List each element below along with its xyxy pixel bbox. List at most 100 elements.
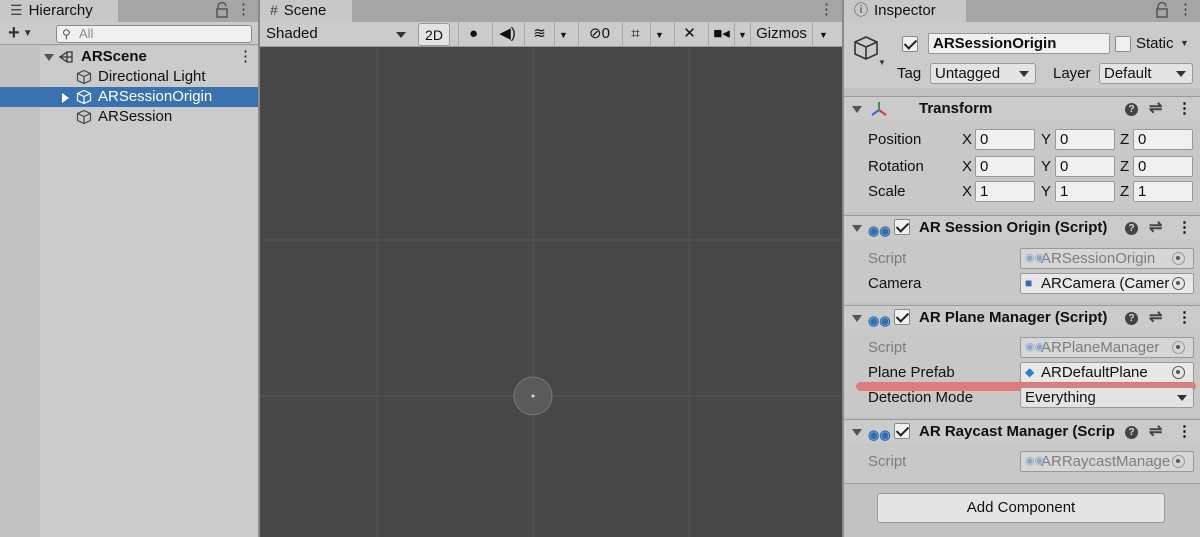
foldout-arrow-icon[interactable] <box>44 54 54 61</box>
position-y-field[interactable]: 0 <box>1055 129 1115 150</box>
scene-menu-icon[interactable]: ⋮ <box>238 47 253 67</box>
preset-icon[interactable]: ⇌ <box>1149 420 1162 443</box>
ar-plane-manager-title: AR Plane Manager (Script) <box>919 309 1108 326</box>
rotation-x-field[interactable]: 0 <box>975 156 1035 177</box>
help-icon[interactable]: ? <box>1125 312 1138 325</box>
hidden-objects-toggle[interactable]: ⊘0 <box>578 22 620 47</box>
camera-icon: ■ <box>1025 276 1033 290</box>
rotation-x-value: 0 <box>980 158 989 175</box>
scale-z-field[interactable]: 1 <box>1133 181 1193 202</box>
lock-icon[interactable] <box>215 2 229 18</box>
scene-viewport[interactable] <box>260 47 842 537</box>
x-label: X <box>962 131 973 148</box>
preset-icon[interactable]: ⇌ <box>1149 306 1162 329</box>
tools-toggle[interactable]: ✕ <box>674 22 704 47</box>
hierarchy-item-arsessionorigin[interactable]: ARSessionOrigin <box>0 87 258 107</box>
gameobject-cube-icon <box>76 69 92 85</box>
camera-toggle[interactable]: ■◂ <box>708 22 734 47</box>
ar-session-origin-header[interactable]: ◉◉ AR Session Origin (Script) ? ⇌ ⋮ <box>844 215 1200 239</box>
component-enabled-checkbox[interactable] <box>894 423 910 439</box>
foldout-arrow-icon[interactable] <box>852 429 862 436</box>
hierarchy-menu-icon[interactable]: ⋮ <box>236 0 251 22</box>
grid-dropdown[interactable]: ▼ <box>650 22 668 47</box>
script-label: Script <box>868 250 907 267</box>
object-picker-icon <box>1172 341 1185 354</box>
transform-title: Transform <box>919 100 993 117</box>
detection-mode-dropdown[interactable]: Everything <box>1020 387 1194 408</box>
static-checkbox[interactable] <box>1115 36 1131 52</box>
gameobject-cube-icon <box>854 36 878 60</box>
plane-prefab-field[interactable]: ◆ ARDefaultPlane <box>1020 362 1194 383</box>
tag-dropdown[interactable]: Untagged <box>930 63 1036 84</box>
scene-menu-icon[interactable]: ⋮ <box>819 0 834 22</box>
help-icon[interactable]: ? <box>1125 426 1138 439</box>
object-picker-icon[interactable] <box>1172 277 1185 290</box>
grid-toggle[interactable]: ⌗ <box>622 22 648 47</box>
icon-dropdown-icon[interactable]: ▼ <box>878 58 886 67</box>
layer-dropdown[interactable]: Default <box>1099 63 1193 84</box>
preset-icon[interactable]: ⇌ <box>1149 216 1162 239</box>
scale-y-field[interactable]: 1 <box>1055 181 1115 202</box>
scene-name: ARScene <box>81 48 147 65</box>
tab-scene[interactable]: # Scene <box>260 0 352 22</box>
scene-panel: # Scene ⋮ Shaded 2D ● ◀) ≋ ▼ ⊘0 ⌗ ▼ ✕ ■◂… <box>260 0 842 537</box>
transform-axes-icon <box>871 102 887 116</box>
static-dropdown-icon[interactable]: ▼ <box>1180 38 1189 48</box>
scene-toolbar: Shaded 2D ● ◀) ≋ ▼ ⊘0 ⌗ ▼ ✕ ■◂ ▼ Gizmos … <box>260 22 842 47</box>
toggle-2d-button[interactable]: 2D <box>418 23 450 46</box>
list-icon: ☰ <box>10 2 23 18</box>
effects-dropdown[interactable]: ▼ <box>554 22 572 47</box>
camera-field[interactable]: ■ ARCamera (Camer <box>1020 273 1194 294</box>
component-enabled-checkbox[interactable] <box>894 309 910 325</box>
transform-header[interactable]: Transform ? ⇌ ⋮ <box>844 96 1200 120</box>
detection-mode-value: Everything <box>1025 389 1096 406</box>
scene-row[interactable]: ARScene ⋮ <box>0 47 258 67</box>
foldout-arrow-icon[interactable] <box>852 225 862 232</box>
expand-arrow-icon[interactable] <box>62 93 69 103</box>
object-picker-icon[interactable] <box>1172 366 1185 379</box>
ar-session-origin-title: AR Session Origin (Script) <box>919 219 1108 236</box>
position-z-field[interactable]: 0 <box>1133 129 1193 150</box>
preset-icon[interactable]: ⇌ <box>1149 97 1162 120</box>
speaker-icon: ◀) <box>499 25 516 42</box>
help-icon[interactable]: ? <box>1125 222 1138 235</box>
layer-value: Default <box>1104 65 1152 82</box>
object-name-field[interactable]: ARSessionOrigin <box>928 33 1110 54</box>
ar-raycast-manager-header[interactable]: ◉◉ AR Raycast Manager (Scrip ? ⇌ ⋮ <box>844 419 1200 443</box>
layer-label: Layer <box>1053 65 1091 82</box>
effects-toggle[interactable]: ≋ <box>524 22 554 47</box>
add-component-button[interactable]: Add Component <box>877 493 1165 523</box>
gizmos-dropdown[interactable]: ▼ <box>812 22 834 47</box>
scale-x-field[interactable]: 1 <box>975 181 1035 202</box>
component-menu-icon[interactable]: ⋮ <box>1177 420 1192 443</box>
component-menu-icon[interactable]: ⋮ <box>1177 97 1192 120</box>
ar-plane-manager-header[interactable]: ◉◉ AR Plane Manager (Script) ? ⇌ ⋮ <box>844 305 1200 329</box>
foldout-arrow-icon[interactable] <box>852 106 862 113</box>
component-enabled-checkbox[interactable] <box>894 219 910 235</box>
lock-icon[interactable] <box>1155 2 1169 18</box>
tab-inspector[interactable]: ⓘ Inspector <box>844 0 966 22</box>
grid-icon: # <box>270 2 278 18</box>
component-menu-icon[interactable]: ⋮ <box>1177 306 1192 329</box>
draw-mode-dropdown[interactable]: Shaded <box>260 22 412 47</box>
y-label: Y <box>1041 183 1052 200</box>
rotation-y-value: 0 <box>1060 158 1069 175</box>
rotation-z-field[interactable]: 0 <box>1133 156 1193 177</box>
component-menu-icon[interactable]: ⋮ <box>1177 216 1192 239</box>
position-x-field[interactable]: 0 <box>975 129 1035 150</box>
tab-hierarchy[interactable]: ☰ Hierarchy <box>0 0 118 22</box>
lighting-toggle[interactable]: ● <box>458 22 488 47</box>
inspector-menu-icon[interactable]: ⋮ <box>1178 0 1193 22</box>
audio-toggle[interactable]: ◀) <box>492 22 522 47</box>
gizmos-button[interactable]: Gizmos <box>750 22 812 47</box>
foldout-arrow-icon[interactable] <box>852 315 862 322</box>
camera-dropdown[interactable]: ▼ <box>734 22 750 47</box>
rotation-z-value: 0 <box>1138 158 1147 175</box>
hierarchy-search-input[interactable]: ⚲ All <box>56 25 252 43</box>
active-checkbox[interactable] <box>902 36 918 52</box>
rotation-y-field[interactable]: 0 <box>1055 156 1115 177</box>
help-icon[interactable]: ? <box>1125 103 1138 116</box>
add-object-button[interactable]: + ▼ <box>8 23 48 45</box>
hierarchy-item-arsession[interactable]: ARSession <box>0 107 258 127</box>
hierarchy-item-directional-light[interactable]: Directional Light <box>0 67 258 87</box>
